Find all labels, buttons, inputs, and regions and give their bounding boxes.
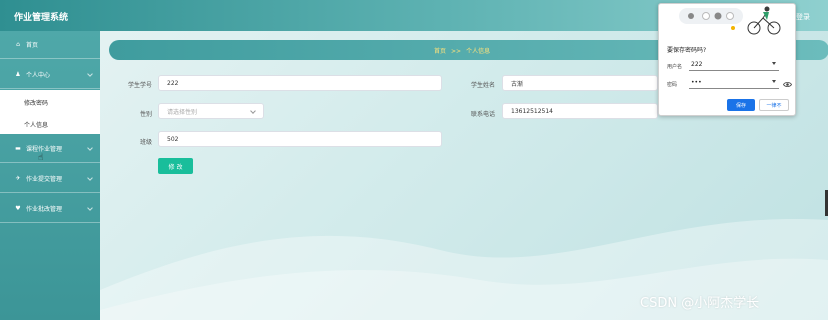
sidebar-item-grading[interactable]: ♥ 作业批改管理: [0, 195, 100, 223]
password-illustration-icon: [679, 6, 781, 35]
submit-button[interactable]: 修 改: [158, 158, 193, 174]
eye-icon[interactable]: [783, 81, 792, 88]
popup-password-label: 密码: [667, 82, 678, 88]
dropdown-arrow-icon: [772, 62, 776, 65]
popup-username-label: 用户名: [667, 64, 683, 70]
user-icon: ♟: [15, 71, 21, 78]
logout-link[interactable]: 登录: [796, 12, 810, 22]
student-name-label: 学生姓名: [470, 82, 495, 89]
popup-save-button[interactable]: 保存: [727, 99, 755, 111]
popup-title: 要保存密码吗?: [667, 47, 707, 54]
dropdown-arrow-icon: [772, 80, 776, 83]
phone-value: 13612512514: [511, 107, 553, 115]
breadcrumb-current: 个人信息: [466, 48, 491, 55]
submenu-item-change-password[interactable]: 修改密码: [24, 98, 48, 107]
breadcrumb: 首页 >> 个人信息: [434, 46, 490, 55]
class-field[interactable]: 502: [158, 131, 442, 147]
app-title: 作业管理系统: [14, 13, 69, 23]
breadcrumb-separator: >>: [451, 48, 462, 55]
send-icon: ✈: [15, 175, 21, 182]
chevron-down-icon: [87, 71, 93, 77]
popup-username-field[interactable]: 222: [689, 59, 779, 71]
student-id-label: 学生学号: [127, 82, 152, 89]
personal-center-submenu: 修改密码 个人信息: [0, 90, 100, 134]
popup-password-field[interactable]: •••: [689, 77, 779, 89]
chevron-down-icon: [250, 108, 256, 114]
class-value: 502: [167, 135, 179, 143]
gender-placeholder: 请选择性别: [167, 108, 198, 116]
home-icon: ⌂: [16, 41, 20, 48]
sidebar-item-home[interactable]: ⌂ 首页: [0, 31, 100, 59]
sidebar-item-personal-center[interactable]: ♟ 个人中心: [0, 61, 100, 89]
sidebar-item-submissions[interactable]: ✈ 作业提交管理: [0, 165, 100, 193]
hand-cursor-icon: ☝: [38, 153, 44, 163]
phone-label: 联系电话: [470, 111, 495, 118]
watermark: CSDN @小阿杰学长: [640, 296, 760, 311]
breadcrumb-home[interactable]: 首页: [434, 48, 446, 55]
grading-icon: ♥: [15, 205, 21, 212]
class-label: 班级: [139, 139, 152, 146]
popup-password-value: •••: [691, 79, 702, 86]
course-icon: ▬: [15, 145, 21, 152]
sidebar: ⌂ 首页 ♟ 个人中心 ▬ 课程作业管理 ✈ 作业提交管理 ♥ 作业批改管理: [0, 31, 100, 320]
chevron-down-icon: [87, 175, 93, 181]
student-name-value: 古渐: [511, 80, 524, 88]
student-name-field[interactable]: 古渐: [502, 75, 658, 91]
chevron-down-icon: [87, 145, 93, 151]
popup-username-value: 222: [691, 61, 703, 68]
student-id-value: 222: [167, 79, 179, 87]
popup-never-button[interactable]: 一律不: [759, 99, 789, 111]
phone-field[interactable]: 13612512514: [502, 103, 658, 119]
chevron-down-icon: [87, 205, 93, 211]
gender-label: 性别: [139, 111, 152, 118]
gender-select[interactable]: 请选择性别: [158, 103, 264, 119]
sidebar-item-label: 首页: [26, 42, 39, 49]
student-id-field[interactable]: 222: [158, 75, 442, 91]
submenu-item-personal-info[interactable]: 个人信息: [24, 120, 48, 129]
save-password-popup: 要保存密码吗? 用户名 222 密码 ••• 保存 一律不: [658, 3, 796, 116]
sidebar-item-course-assignments[interactable]: ▬ 课程作业管理: [0, 135, 100, 163]
sidebar-item-label: 作业批改管理: [26, 206, 63, 213]
sidebar-item-label: 课程作业管理: [26, 146, 63, 153]
sidebar-item-label: 个人中心: [26, 72, 51, 79]
sidebar-item-label: 作业提交管理: [26, 176, 63, 183]
